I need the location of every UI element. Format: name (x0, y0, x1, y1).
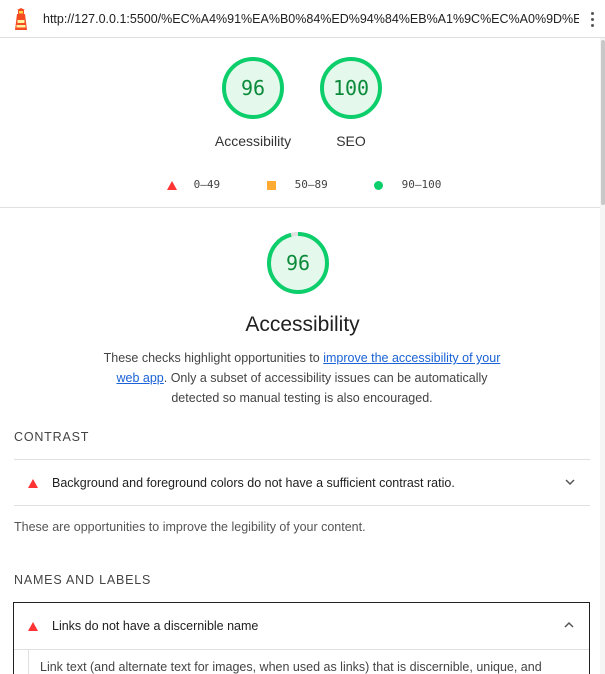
contrast-bottom-divider (14, 505, 590, 506)
category-gauge: 96 (266, 231, 330, 295)
names-labels-group-heading: NAMES AND LABELS (14, 573, 152, 587)
fail-triangle-icon (167, 180, 177, 190)
legend-fail: 0–49 (167, 178, 220, 192)
seo-score: 100 (332, 76, 370, 100)
fail-triangle-icon (28, 622, 38, 631)
link-name-audit-title: Links do not have a discernible name (52, 619, 259, 633)
description-tail: . Only a subset of accessibility issues … (163, 371, 488, 405)
report-url: http://127.0.0.1:5500/%EC%A4%91%EA%B0%84… (43, 12, 579, 26)
link-name-audit-description: Link text (and alternate text for images… (40, 660, 542, 674)
legend-pass-range: 90–100 (401, 178, 442, 191)
summary-divider (0, 207, 600, 208)
chevron-up-icon[interactable] (563, 619, 575, 631)
contrast-audit[interactable]: Background and foreground colors do not … (14, 460, 590, 506)
average-square-icon (267, 180, 276, 190)
description-lead: These checks highlight opportunities to (103, 351, 324, 365)
chevron-down-icon[interactable] (564, 476, 576, 488)
link-name-audit[interactable]: Links do not have a discernible name (14, 603, 589, 649)
category-description: These checks highlight opportunities to … (96, 348, 508, 408)
lighthouse-icon (15, 8, 27, 30)
audit-detail-rule (28, 650, 29, 674)
pass-circle-icon (374, 180, 383, 190)
link-name-audit-expanded: Links do not have a discernible name Lin… (13, 602, 590, 674)
accessibility-gauge[interactable]: 96 (221, 56, 285, 120)
report-top-bar: http://127.0.0.1:5500/%EC%A4%91%EA%B0%84… (0, 0, 605, 38)
contrast-group-note: These are opportunities to improve the l… (14, 520, 366, 534)
seo-gauge-label[interactable]: SEO (301, 133, 401, 149)
contrast-group-heading: CONTRAST (14, 430, 90, 444)
category-title: Accessibility (245, 313, 360, 336)
legend-fail-range: 0–49 (193, 178, 221, 191)
accessibility-gauge-label[interactable]: Accessibility (203, 133, 303, 149)
audit-detail-divider (14, 649, 589, 650)
kebab-menu-icon[interactable] (588, 9, 598, 29)
contrast-audit-title: Background and foreground colors do not … (52, 476, 455, 490)
scrollbar-thumb[interactable] (601, 40, 605, 205)
legend-average: 50–89 (267, 178, 328, 192)
seo-gauge[interactable]: 100 (319, 56, 383, 120)
fail-triangle-icon (28, 479, 38, 488)
accessibility-score: 96 (240, 76, 266, 100)
category-score: 96 (285, 251, 311, 275)
legend-pass: 90–100 (374, 178, 441, 192)
legend-average-range: 50–89 (294, 178, 328, 191)
